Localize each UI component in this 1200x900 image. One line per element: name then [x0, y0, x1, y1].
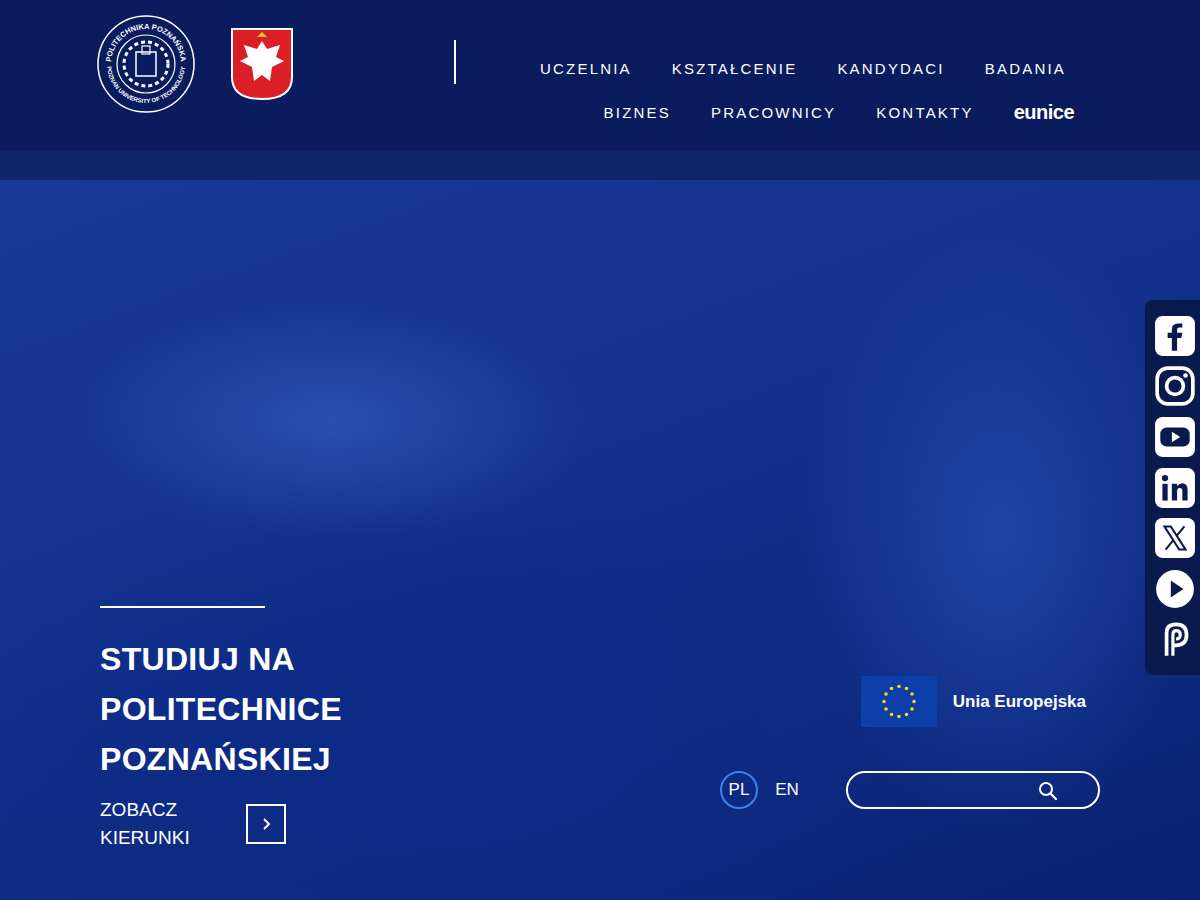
nav-link[interactable]: KANDYDACI: [837, 60, 944, 77]
nav-link[interactable]: BADANIA: [985, 60, 1066, 77]
hero-rule: [100, 606, 265, 608]
svg-text:POZNAN UNIVERSITY OF TECHNOLOG: POZNAN UNIVERSITY OF TECHNOLOGY: [106, 66, 186, 104]
search-input[interactable]: [864, 780, 1058, 800]
x-icon[interactable]: [1154, 517, 1196, 559]
hero-content: STUDIUJ NA POLITECHNICE POZNAŃSKIEJ ZOBAC…: [100, 606, 390, 852]
brand: POLITECHNIKA POZNAŃSKAPOZNAN UNIVERSITY …: [96, 14, 294, 114]
language-option[interactable]: PL: [720, 771, 758, 809]
chevron-right-icon: [258, 816, 274, 832]
social-bar: [1145, 300, 1200, 675]
facebook-icon[interactable]: [1154, 315, 1196, 357]
nav-row: UCZELNIA KSZTAŁCENIE KANDYDACI BADANIA: [540, 54, 1066, 82]
page: POLITECHNIKA POZNAŃSKAPOZNAN UNIVERSITY …: [0, 0, 1200, 900]
header-divider: [454, 40, 456, 84]
eu-badge[interactable]: Unia Europejska: [861, 676, 1086, 727]
nav-link[interactable]: BIZNES: [604, 104, 671, 121]
nav-row: BIZNESPRACOWNICYKONTAKTYeunice: [604, 98, 1066, 126]
nav-link[interactable]: KONTAKTY: [876, 104, 973, 121]
nav-link[interactable]: KSZTAŁCENIE: [672, 60, 798, 77]
podcast-icon[interactable]: [1154, 618, 1196, 660]
cta-button[interactable]: [246, 804, 286, 844]
svg-text:POLITECHNIKA POZNAŃSKA: POLITECHNIKA POZNAŃSKA: [104, 22, 188, 63]
nav-link[interactable]: PRACOWNICY: [711, 104, 836, 121]
hero-title: STUDIUJ NA POLITECHNICE POZNAŃSKIEJ: [100, 634, 390, 784]
youtube-icon[interactable]: [1154, 416, 1196, 458]
language-option[interactable]: EN: [768, 771, 806, 809]
linkedin-icon[interactable]: [1154, 467, 1196, 509]
see-programmes-link[interactable]: ZOBACZ KIERUNKI: [100, 796, 390, 852]
eunice-logo[interactable]: eunice: [1014, 101, 1074, 124]
instagram-icon[interactable]: [1154, 365, 1196, 407]
nav-link[interactable]: UCZELNIA: [540, 60, 632, 77]
header: POLITECHNIKA POZNAŃSKAPOZNAN UNIVERSITY …: [0, 0, 1200, 150]
polish-eagle-icon: [230, 27, 294, 101]
toolbar: PL EN: [720, 771, 1100, 809]
language-switch: PL EN: [720, 771, 806, 809]
hero: STUDIUJ NA POLITECHNICE POZNAŃSKIEJ ZOBAC…: [0, 150, 1200, 900]
search-box: [846, 771, 1100, 809]
main-nav: UCZELNIA KSZTAŁCENIE KANDYDACI BADANIA BIZNE…: [456, 14, 1066, 126]
search-icon[interactable]: [1038, 781, 1058, 801]
eu-flag-icon: [861, 676, 937, 727]
university-seal-icon[interactable]: POLITECHNIKA POZNAŃSKAPOZNAN UNIVERSITY …: [96, 14, 196, 114]
hero-tools: Unia Europejska PL EN: [720, 676, 1100, 809]
play-icon[interactable]: [1154, 568, 1196, 610]
